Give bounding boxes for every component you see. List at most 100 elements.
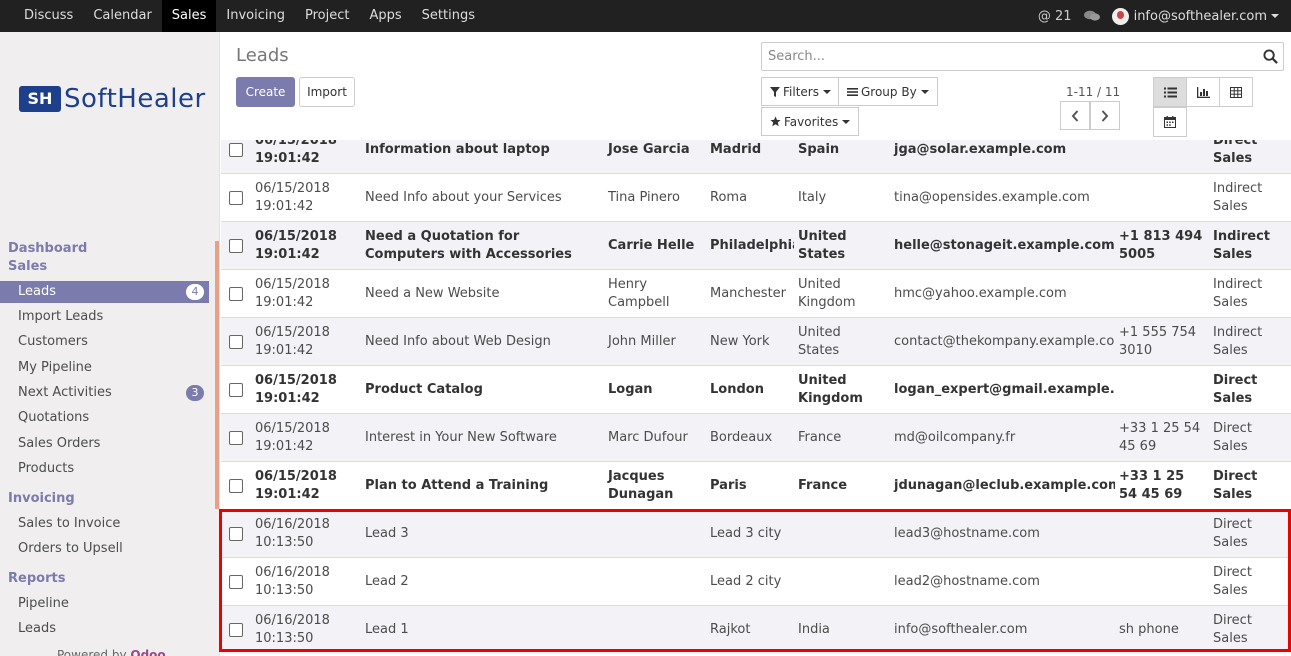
sidebar-item-products[interactable]: Products: [0, 458, 209, 480]
name-cell: Information about laptop: [361, 140, 604, 174]
sidebar-item-quotations[interactable]: Quotations: [0, 407, 209, 429]
menu-sales[interactable]: Sales: [161, 0, 217, 32]
filters-dropdown[interactable]: Filters: [761, 77, 840, 106]
phone-cell: [1115, 269, 1209, 318]
menu-project[interactable]: Project: [295, 0, 359, 32]
menu-apps[interactable]: Apps: [359, 0, 411, 32]
pivot-view-button[interactable]: [1219, 77, 1253, 107]
row-checkbox[interactable]: [229, 334, 243, 349]
sidebar-item-orders-to-upsell[interactable]: Orders to Upsell: [0, 538, 209, 560]
email-cell: helle@stonageit.example.com: [890, 221, 1115, 270]
contact-cell: [604, 605, 706, 654]
row-checkbox[interactable]: [229, 382, 243, 397]
contact-cell: Tina Pinero: [604, 173, 706, 222]
sidebar-item-sales-to-invoice[interactable]: Sales to Invoice: [0, 513, 209, 535]
table-row[interactable]: 06/15/2018 19:01:42 Need Info about Web De…: [221, 317, 1291, 366]
table-row[interactable]: 06/15/2018 19:01:42 Need a Quotation for C…: [221, 221, 1291, 270]
systray: @ 21 info@softhealer.com: [1038, 0, 1291, 32]
sidebar-item-next-activities[interactable]: Next Activities 3: [0, 382, 209, 404]
row-checkbox[interactable]: [229, 478, 243, 493]
row-checkbox[interactable]: [229, 574, 243, 589]
name-cell: Need Info about your Services: [361, 173, 604, 222]
row-checkbox[interactable]: [229, 622, 243, 637]
sidebar-section-invoicing: Invoicing: [8, 491, 75, 506]
country-cell: France: [794, 413, 890, 462]
country-cell: India: [794, 605, 890, 654]
table-row[interactable]: 06/15/2018 19:01:42 Product Catalog Logan Lo…: [221, 365, 1291, 414]
date-cell: 06/16/2018 10:13:50: [251, 605, 361, 654]
time-value: 19:01:42: [255, 390, 320, 406]
table-row[interactable]: 06/15/2018 19:01:42 Need a New Website Henr…: [221, 269, 1291, 318]
date-value: 06/15/2018: [255, 372, 337, 388]
sidebar-item-label: Quotations: [18, 410, 90, 425]
time-value: 19:01:42: [255, 438, 314, 454]
sidebar-item-customers[interactable]: Customers: [0, 331, 209, 353]
email-cell: jga@solar.example.com: [890, 140, 1115, 174]
chat-icon[interactable]: [1083, 10, 1100, 22]
phone-cell: [1115, 173, 1209, 222]
sidebar-section-dashboard[interactable]: Dashboard: [8, 241, 87, 256]
country-cell: France: [794, 461, 890, 510]
sidebar-item-pipeline-report[interactable]: Pipeline: [0, 593, 209, 615]
time-value: 19:01:42: [255, 342, 314, 358]
table-row[interactable]: 06/16/2018 10:13:50 Lead 2 Lead 2 city lead2…: [221, 557, 1291, 606]
create-button[interactable]: Create: [236, 77, 295, 107]
top-navbar: Discuss Calendar Sales Invoicing Project…: [0, 0, 1291, 32]
sidebar-item-import-leads[interactable]: Import Leads: [0, 306, 209, 328]
sidebar-item-my-pipeline[interactable]: My Pipeline: [0, 357, 209, 379]
row-checkbox[interactable]: [229, 286, 243, 301]
user-menu[interactable]: info@softhealer.com: [1111, 7, 1279, 25]
table-row[interactable]: 06/15/2018 19:01:42 Need Info about your S…: [221, 173, 1291, 222]
powered-by-text: Powered by: [57, 648, 127, 656]
row-select-cell: [221, 221, 251, 270]
pager-previous-button[interactable]: [1060, 101, 1090, 130]
menu-calendar[interactable]: Calendar: [83, 0, 161, 32]
country-cell: [794, 509, 890, 558]
leads-list: 06/15/2018 19:01:42 Information about lapt…: [221, 140, 1291, 656]
menu-invoicing[interactable]: Invoicing: [216, 0, 295, 32]
import-button[interactable]: Import: [299, 77, 355, 107]
time-value: 19:01:42: [255, 198, 314, 214]
date-cell: 06/15/2018 19:01:42: [251, 269, 361, 318]
table-row[interactable]: 06/16/2018 10:13:50 Lead 1 Rajkot India info@…: [221, 605, 1291, 654]
row-checkbox[interactable]: [229, 238, 243, 253]
row-checkbox[interactable]: [229, 526, 243, 541]
sidebar-section-reports: Reports: [8, 571, 66, 586]
row-select-cell: [221, 269, 251, 318]
sidebar-item-leads[interactable]: Leads 4: [0, 281, 209, 303]
table-row[interactable]: 06/15/2018 19:01:42 Information about lapt…: [221, 140, 1291, 174]
row-checkbox[interactable]: [229, 190, 243, 205]
table-row[interactable]: 06/15/2018 19:01:42 Plan to Attend a Train…: [221, 461, 1291, 510]
phone-cell: +33 1 25 54 45 69: [1115, 413, 1209, 462]
row-checkbox[interactable]: [229, 142, 243, 157]
favorites-dropdown[interactable]: Favorites: [761, 107, 860, 136]
row-checkbox[interactable]: [229, 430, 243, 445]
contact-cell: Carrie Helle: [604, 221, 706, 270]
name-cell: Need Info about Web Design: [361, 317, 604, 366]
sidebar-item-leads-report[interactable]: Leads: [0, 618, 209, 640]
calendar-view-button[interactable]: [1153, 107, 1187, 137]
groupby-dropdown[interactable]: Group By: [838, 77, 938, 106]
graph-view-button[interactable]: [1186, 77, 1220, 107]
menu-discuss[interactable]: Discuss: [14, 0, 83, 32]
phone-cell: +1 813 494 5005: [1115, 221, 1209, 270]
date-cell: 06/16/2018 10:13:50: [251, 509, 361, 558]
menu-settings[interactable]: Settings: [412, 0, 485, 32]
powered-by-brand[interactable]: Odoo: [130, 648, 165, 656]
phone-cell: [1115, 140, 1209, 174]
city-cell: Madrid: [706, 140, 794, 174]
pager-value[interactable]: 1-11 / 11: [1066, 85, 1120, 99]
sidebar-item-sales-orders[interactable]: Sales Orders: [0, 433, 209, 455]
table-row[interactable]: 06/15/2018 19:01:42 Interest in Your New S…: [221, 413, 1291, 462]
search-icon[interactable]: [1263, 49, 1278, 64]
list-view-button[interactable]: [1153, 77, 1187, 107]
city-cell: Lead 3 city: [706, 509, 794, 558]
table-row[interactable]: 06/16/2018 10:13:50 Lead 3 Lead 3 city lead3…: [221, 509, 1291, 558]
activities-count-badge: 3: [186, 385, 204, 401]
email-cell: logan_expert@gmail.example.com: [890, 365, 1115, 414]
mentions-counter[interactable]: @ 21: [1038, 9, 1072, 24]
name-cell: Plan to Attend a Training: [361, 461, 604, 510]
pager-next-button[interactable]: [1090, 101, 1120, 130]
sidebar-item-label: Customers: [18, 334, 88, 349]
search-input[interactable]: [762, 43, 1252, 70]
